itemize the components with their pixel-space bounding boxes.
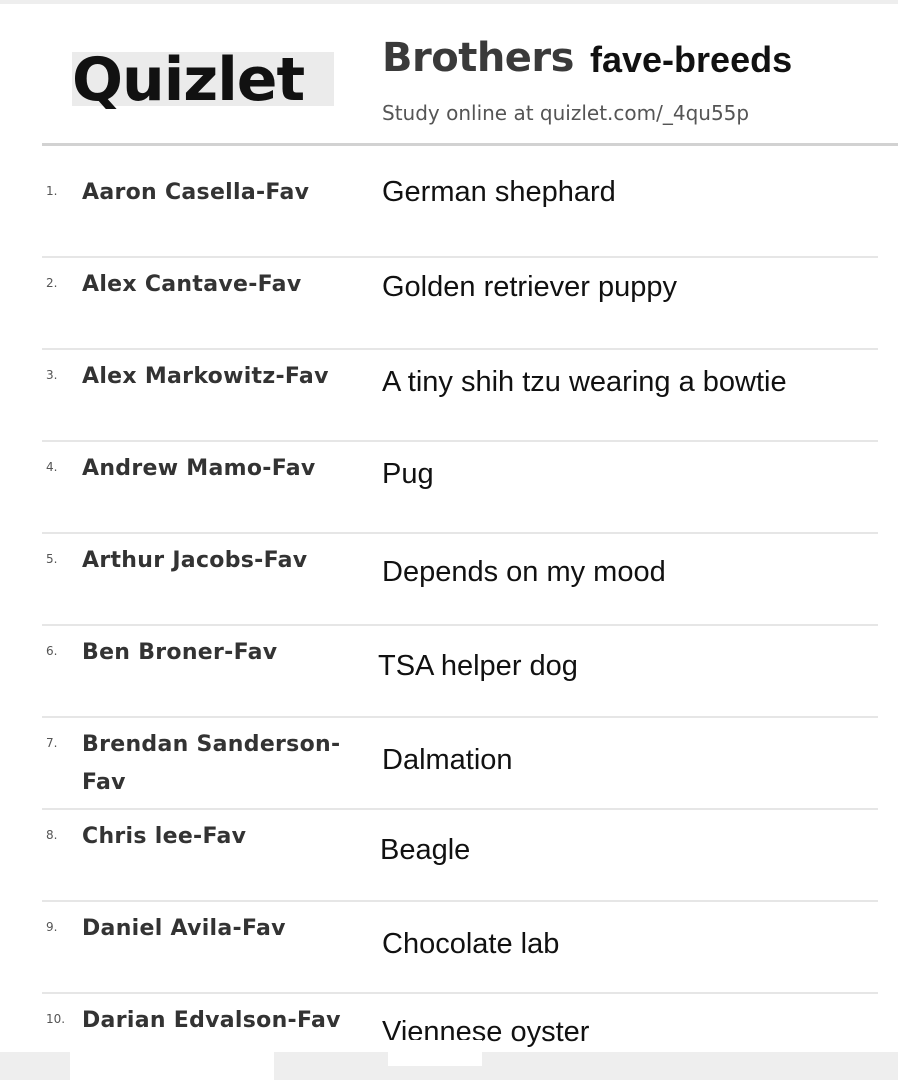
top-edge	[0, 0, 898, 4]
card-row: 4. Andrew Mamo-Fav Pug	[42, 442, 878, 534]
card-number: 3.	[46, 368, 58, 382]
bottom-patch	[388, 1040, 482, 1066]
card-definition: Chocolate lab	[382, 928, 560, 960]
set-title: Brothers	[382, 35, 574, 81]
card-number: 8.	[46, 828, 58, 842]
card-row: 9. Daniel Avila-Fav Chocolate lab	[42, 902, 878, 994]
quizlet-logo: Quizlet	[72, 45, 305, 115]
card-term: Alex Markowitz-Fav	[82, 364, 329, 389]
card-row: 2. Alex Cantave-Fav Golden retriever pup…	[42, 258, 878, 350]
card-term: Andrew Mamo-Fav	[82, 456, 316, 481]
card-term: Ben Broner-Fav	[82, 640, 278, 665]
quizlet-printout: Quizlet Brothers fave-breeds Study onlin…	[0, 0, 898, 1080]
card-term: Alex Cantave-Fav	[82, 272, 302, 297]
card-number: 6.	[46, 644, 58, 658]
card-number: 1.	[46, 184, 58, 198]
card-definition: Depends on my mood	[382, 556, 666, 588]
card-row: 5. Arthur Jacobs-Fav Depends on my mood	[42, 534, 878, 626]
card-definition: Pug	[382, 458, 434, 490]
card-term: Aaron Casella-Fav	[82, 180, 310, 205]
card-term: Brendan Sanderson-Fav	[82, 732, 341, 795]
card-definition: Dalmation	[382, 744, 513, 776]
card-definition: A tiny shih tzu wearing a bowtie	[382, 366, 787, 398]
card-definition: Beagle	[380, 834, 471, 866]
card-row: 8. Chris lee-Fav Beagle	[42, 810, 878, 902]
card-number: 10.	[46, 1012, 66, 1026]
card-row: 1. Aaron Casella-Fav German shephard	[42, 166, 878, 258]
card-definition: TSA helper dog	[378, 650, 578, 682]
card-definition: Golden retriever puppy	[382, 271, 677, 303]
card-number: 7.	[46, 736, 58, 750]
card-term: Arthur Jacobs-Fav	[82, 548, 308, 573]
card-number: 9.	[46, 920, 58, 934]
study-link-text: Study online at quizlet.com/_4qu55p	[382, 101, 750, 125]
set-subtitle: fave-breeds	[590, 39, 793, 80]
card-definition: German shephard	[382, 176, 616, 208]
header-divider	[42, 143, 898, 146]
card-number: 5.	[46, 552, 58, 566]
bottom-patch	[70, 1040, 274, 1080]
card-term: Daniel Avila-Fav	[82, 916, 286, 941]
card-number: 4.	[46, 460, 58, 474]
card-term: Darian Edvalson-Fav	[82, 1008, 341, 1033]
card-row: 3. Alex Markowitz-Fav A tiny shih tzu we…	[42, 350, 878, 442]
card-row: 6. Ben Broner-Fav TSA helper dog	[42, 626, 878, 718]
card-number: 2.	[46, 276, 58, 290]
card-row: 7. Brendan Sanderson-Fav Dalmation	[42, 718, 878, 810]
card-term: Chris lee-Fav	[82, 824, 247, 849]
